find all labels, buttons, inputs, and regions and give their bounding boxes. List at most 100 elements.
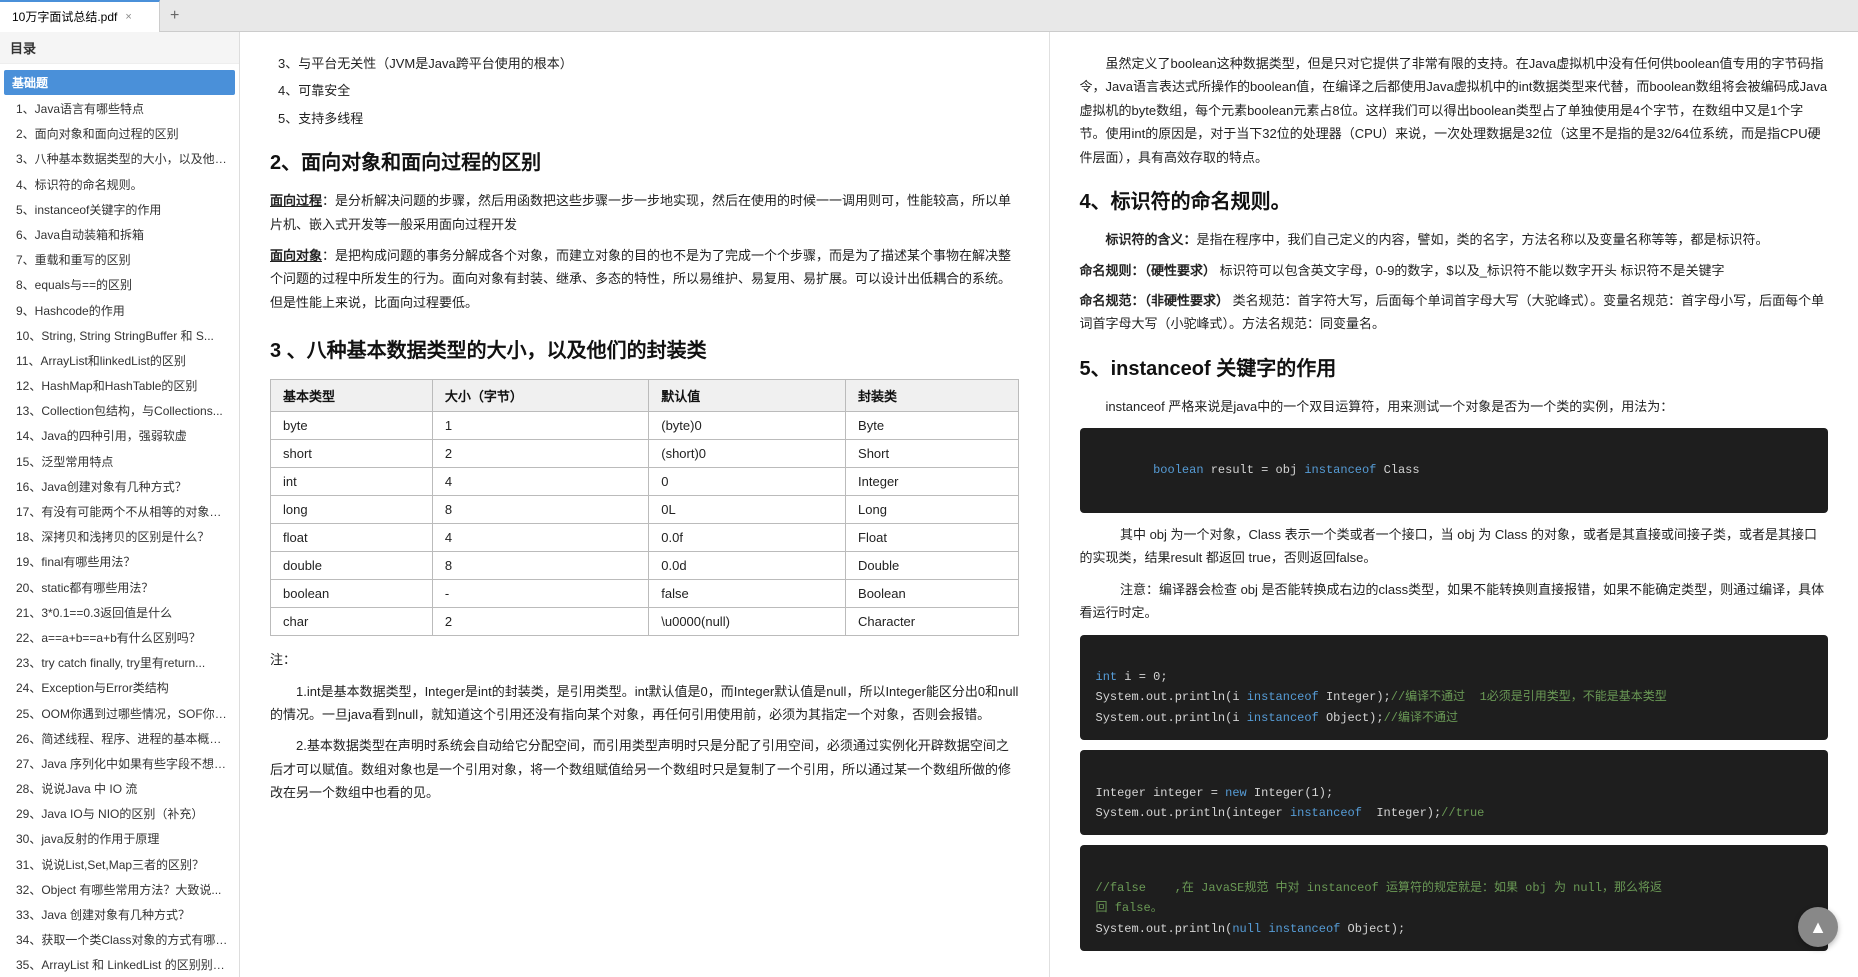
table-cell-6-2: false <box>649 580 846 608</box>
sidebar-item-2[interactable]: 2、面向对象和面向过程的区别 <box>0 122 239 147</box>
tab-item-pdf[interactable]: 10万字面试总结.pdf × <box>0 0 160 32</box>
mianxiang-guocheng-text: ：是分析解决问题的步骤，然后用函数把这些步骤一步一步地实现，然后在使用的时候一一… <box>270 193 1011 231</box>
table-cell-0-3: Byte <box>846 412 1018 440</box>
note1-text: 1.int是基本数据类型，Integer是int的封装类，是引用类型。int默认… <box>270 680 1019 727</box>
table-cell-7-0: char <box>271 608 433 636</box>
sidebar-item-16[interactable]: 16、Java创建对象有几种方式？ <box>0 475 239 500</box>
instanceof-explain: 其中 obj 为一个对象，Class 表示一个类或者一个接口，当 obj 为 C… <box>1080 523 1829 570</box>
table-cell-1-2: (short)0 <box>649 440 846 468</box>
sidebar-item-5[interactable]: 5、instanceof关键字的作用 <box>0 198 239 223</box>
table-cell-4-3: Float <box>846 524 1018 552</box>
sidebar-item-19[interactable]: 19、final有哪些用法？ <box>0 550 239 575</box>
table-cell-6-1: - <box>432 580 648 608</box>
sidebar-item-22[interactable]: 22、a==a+b==a+b有什么区别吗？ <box>0 626 239 651</box>
sidebar-item-30[interactable]: 30、java反射的作用于原理 <box>0 827 239 852</box>
sidebar-item-20[interactable]: 20、static都有哪些用法？ <box>0 576 239 601</box>
sidebar-item-21[interactable]: 21、3*0.1==0.3返回值是什么 <box>0 601 239 626</box>
sidebar-section-basic[interactable]: 基础题 <box>4 70 235 95</box>
sidebar-item-33[interactable]: 33、Java 创建对象有几种方式？ <box>0 903 239 928</box>
table-cell-7-3: Character <box>846 608 1018 636</box>
sidebar-item-26[interactable]: 26、简述线程、程序、进程的基本概念... <box>0 727 239 752</box>
main-layout: 目录 基础题 1、Java语言有哪些特点2、面向对象和面向过程的区别3、八种基本… <box>0 32 1858 977</box>
table-cell-3-1: 8 <box>432 496 648 524</box>
table-cell-4-2: 0.0f <box>649 524 846 552</box>
section2-heading: 2、面向对象和面向过程的区别 <box>270 146 1019 179</box>
sidebar-item-12[interactable]: 12、HashMap和HashTable的区别 <box>0 374 239 399</box>
section3-heading: 3 、八种基本数据类型的大小，以及他们的封装类 <box>270 334 1019 367</box>
tab-bar: 10万字面试总结.pdf × + <box>0 0 1858 32</box>
table-cell-1-1: 2 <box>432 440 648 468</box>
mianxiang-duixiang-label: 面向对象 <box>270 248 322 263</box>
table-cell-2-2: 0 <box>649 468 846 496</box>
sidebar-item-35[interactable]: 35、ArrayList 和 LinkedList 的区别别有... <box>0 953 239 977</box>
sidebar-item-31[interactable]: 31、说说List,Set,Map三者的区别？ <box>0 853 239 878</box>
sidebar-item-17[interactable]: 17、有没有可能两个不从相等的对象有相同... <box>0 500 239 525</box>
sidebar-item-7[interactable]: 7、重载和重写的区别 <box>0 248 239 273</box>
table-cell-5-2: 0.0d <box>649 552 846 580</box>
instanceof-intro: instanceof 严格来说是java中的一个双目运算符，用来测试一个对象是否… <box>1080 395 1829 418</box>
sidebar-item-24[interactable]: 24、Exception与Error类结构 <box>0 676 239 701</box>
numbered-item-3: 3、与平台无关性（JVM是Java跨平台使用的根本） <box>278 52 1019 75</box>
sidebar: 目录 基础题 1、Java语言有哪些特点2、面向对象和面向过程的区别3、八种基本… <box>0 32 240 977</box>
code-block-1: boolean result = obj instanceof Class <box>1080 428 1829 513</box>
table-header-default: 默认值 <box>649 380 846 412</box>
tab-close-button[interactable]: × <box>125 11 131 23</box>
table-cell-5-3: Double <box>846 552 1018 580</box>
scroll-top-button[interactable]: ▲ <box>1798 907 1838 947</box>
table-cell-7-1: 2 <box>432 608 648 636</box>
left-pane: 3、与平台无关性（JVM是Java跨平台使用的根本） 4、可靠安全 5、支持多线… <box>240 32 1050 977</box>
sidebar-item-32[interactable]: 32、Object 有哪些常用方法？大致说... <box>0 878 239 903</box>
scroll-top-icon: ▲ <box>1809 917 1827 938</box>
note-label: 注： <box>270 648 1019 671</box>
mingming-guize1: 命名规则：（硬性要求） 标识符可以包含英文字母，0-9的数字，$以及_标识符不能… <box>1080 259 1829 282</box>
biaoshi-hanyi: 标识符的含义：是指在程序中，我们自己定义的内容，譬如，类的名字，方法名称以及变量… <box>1080 228 1829 251</box>
table-cell-4-0: float <box>271 524 433 552</box>
table-cell-0-2: (byte)0 <box>649 412 846 440</box>
tab-add-button[interactable]: + <box>160 0 189 32</box>
tab-title: 10万字面试总结.pdf <box>12 8 117 25</box>
sidebar-item-9[interactable]: 9、Hashcode的作用 <box>0 299 239 324</box>
sidebar-item-10[interactable]: 10、String, String StringBuffer 和 S... <box>0 324 239 349</box>
table-cell-0-0: byte <box>271 412 433 440</box>
sidebar-item-6[interactable]: 6、Java自动装箱和拆箱 <box>0 223 239 248</box>
content-area: 3、与平台无关性（JVM是Java跨平台使用的根本） 4、可靠安全 5、支持多线… <box>240 32 1858 977</box>
table-cell-2-1: 4 <box>432 468 648 496</box>
sidebar-item-28[interactable]: 28、说说Java 中 IO 流 <box>0 777 239 802</box>
mianxiang-duixiang-text: ：是把构成问题的事务分解成各个对象，而建立对象的目的也不是为了完成一个个步骤，而… <box>270 248 1011 310</box>
numbered-item-4: 4、可靠安全 <box>278 79 1019 102</box>
section4-heading: 4、标识符的命名规则。 <box>1080 185 1829 218</box>
sidebar-item-11[interactable]: 11、ArrayList和linkedList的区别 <box>0 349 239 374</box>
table-cell-5-0: double <box>271 552 433 580</box>
table-cell-1-0: short <box>271 440 433 468</box>
sidebar-item-13[interactable]: 13、Collection包结构，与Collections... <box>0 399 239 424</box>
table-cell-3-0: long <box>271 496 433 524</box>
sidebar-item-8[interactable]: 8、equals与==的区别 <box>0 273 239 298</box>
sidebar-item-23[interactable]: 23、try catch finally, try里有return... <box>0 651 239 676</box>
sidebar-item-29[interactable]: 29、Java IO与 NIO的区别（补充） <box>0 802 239 827</box>
table-cell-7-2: \u0000(null) <box>649 608 846 636</box>
note2-text: 2.基本数据类型在声明时系统会自动给它分配空间，而引用类型声明时只是分配了引用空… <box>270 734 1019 804</box>
table-cell-1-3: Short <box>846 440 1018 468</box>
sidebar-item-34[interactable]: 34、获取一个类Class对象的方式有哪些... <box>0 928 239 953</box>
sidebar-list: 基础题 1、Java语言有哪些特点2、面向对象和面向过程的区别3、八种基本数据类… <box>0 64 239 977</box>
sidebar-item-15[interactable]: 15、泛型常用特点 <box>0 450 239 475</box>
sidebar-item-3[interactable]: 3、八种基本数据类型的大小，以及他们的... <box>0 147 239 172</box>
mingming-guize2: 命名规范：（非硬性要求） 类名规范：首字符大写，后面每个单词首字母大写（大驼峰式… <box>1080 289 1829 336</box>
mianxiang-guocheng-para: 面向过程：是分析解决问题的步骤，然后用函数把这些步骤一步一步地实现，然后在使用的… <box>270 189 1019 236</box>
table-cell-2-3: Integer <box>846 468 1018 496</box>
sidebar-item-27[interactable]: 27、Java 序列化中如果有些字段不想进行... <box>0 752 239 777</box>
right-pane: 虽然定义了boolean这种数据类型，但是只对它提供了非常有限的支持。在Java… <box>1050 32 1858 977</box>
sidebar-item-25[interactable]: 25、OOM你遇到过哪些情况，SOF你遇... <box>0 702 239 727</box>
mianxiang-guocheng-label: 面向过程 <box>270 193 322 208</box>
table-cell-4-1: 4 <box>432 524 648 552</box>
sidebar-item-14[interactable]: 14、Java的四种引用，强弱软虚 <box>0 424 239 449</box>
sidebar-item-18[interactable]: 18、深拷贝和浅拷贝的区别是什么？ <box>0 525 239 550</box>
sidebar-item-1[interactable]: 1、Java语言有哪些特点 <box>0 97 239 122</box>
sidebar-item-4[interactable]: 4、标识符的命名规则。 <box>0 173 239 198</box>
boolean-intro: 虽然定义了boolean这种数据类型，但是只对它提供了非常有限的支持。在Java… <box>1080 52 1829 169</box>
code-block-4: //false ,在 JavaSE规范 中对 instanceof 运算符的规定… <box>1080 845 1829 951</box>
mingming-guize1-label: 命名规则：（硬性要求） <box>1080 263 1217 278</box>
code-block-2: int i = 0; System.out.println(i instance… <box>1080 635 1829 741</box>
numbered-item-5: 5、支持多线程 <box>278 107 1019 130</box>
mianxiang-duixiang-para: 面向对象：是把构成问题的事务分解成各个对象，而建立对象的目的也不是为了完成一个个… <box>270 244 1019 314</box>
